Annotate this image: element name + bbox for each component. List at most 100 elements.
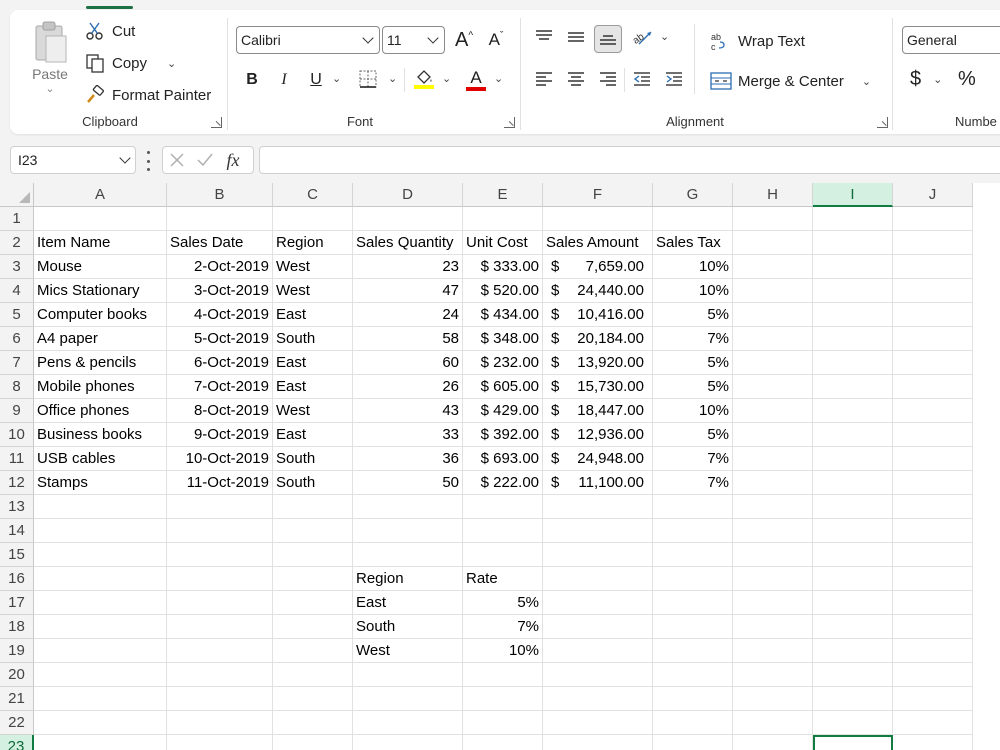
- cell[interactable]: [543, 735, 653, 750]
- decrease-indent-button[interactable]: [628, 66, 656, 94]
- row-header-8[interactable]: 8: [0, 375, 34, 399]
- row-header-4[interactable]: 4: [0, 279, 34, 303]
- row-header-15[interactable]: 15: [0, 543, 34, 567]
- sales-quantity-cell[interactable]: 26: [353, 375, 463, 399]
- unit-cost-cell[interactable]: $ 520.00: [463, 279, 543, 303]
- cell[interactable]: [733, 591, 813, 615]
- row-header-5[interactable]: 5: [0, 303, 34, 327]
- cell[interactable]: [733, 543, 813, 567]
- row-header-6[interactable]: 6: [0, 327, 34, 351]
- unit-cost-cell[interactable]: $ 434.00: [463, 303, 543, 327]
- cell[interactable]: [463, 735, 543, 750]
- sales-amount-cell[interactable]: $11,100.00: [543, 471, 653, 495]
- row-header-19[interactable]: 19: [0, 639, 34, 663]
- sales-tax-cell[interactable]: 10%: [653, 279, 733, 303]
- unit-cost-cell[interactable]: $ 232.00: [463, 351, 543, 375]
- sales-tax-cell[interactable]: 5%: [653, 423, 733, 447]
- orientation-button[interactable]: ab: [628, 24, 656, 52]
- lookup-rate-cell[interactable]: 7%: [463, 615, 543, 639]
- sales-date-cell[interactable]: 6-Oct-2019: [167, 351, 273, 375]
- column-header-c[interactable]: C: [273, 183, 353, 207]
- cell[interactable]: [167, 711, 273, 735]
- cell[interactable]: [653, 663, 733, 687]
- align-left-button[interactable]: [530, 66, 558, 94]
- cell[interactable]: [273, 567, 353, 591]
- decrease-font-size-button[interactable]: Aˇ: [482, 26, 510, 54]
- active-cell[interactable]: [813, 735, 893, 750]
- row-header-18[interactable]: 18: [0, 615, 34, 639]
- cell[interactable]: [653, 687, 733, 711]
- row-header-10[interactable]: 10: [0, 423, 34, 447]
- cell[interactable]: [167, 567, 273, 591]
- fill-color-button[interactable]: [410, 66, 438, 94]
- sales-amount-cell[interactable]: $13,920.00: [543, 351, 653, 375]
- sales-date-cell[interactable]: 2-Oct-2019: [167, 255, 273, 279]
- sales-quantity-cell[interactable]: 33: [353, 423, 463, 447]
- cell[interactable]: [733, 207, 813, 231]
- item-name-cell[interactable]: A4 paper: [34, 327, 167, 351]
- cell[interactable]: [813, 591, 893, 615]
- cell[interactable]: [273, 591, 353, 615]
- cell[interactable]: [733, 375, 813, 399]
- row-header-11[interactable]: 11: [0, 447, 34, 471]
- row-header-23[interactable]: 23: [0, 735, 34, 750]
- sales-quantity-cell[interactable]: 47: [353, 279, 463, 303]
- cell[interactable]: [733, 255, 813, 279]
- column-title-cell[interactable]: Sales Tax: [653, 231, 733, 255]
- cell[interactable]: [167, 519, 273, 543]
- cell[interactable]: [893, 663, 973, 687]
- cell[interactable]: [273, 543, 353, 567]
- sales-date-cell[interactable]: 9-Oct-2019: [167, 423, 273, 447]
- cell[interactable]: [34, 543, 167, 567]
- unit-cost-cell[interactable]: $ 348.00: [463, 327, 543, 351]
- percent-style-button[interactable]: %: [958, 68, 976, 91]
- row-header-22[interactable]: 22: [0, 711, 34, 735]
- unit-cost-cell[interactable]: $ 693.00: [463, 447, 543, 471]
- fill-color-dropdown-chevron-icon[interactable]: ⌄: [442, 72, 451, 85]
- row-header-12[interactable]: 12: [0, 471, 34, 495]
- middle-align-button[interactable]: [562, 24, 590, 52]
- cell[interactable]: [167, 543, 273, 567]
- sales-date-cell[interactable]: 5-Oct-2019: [167, 327, 273, 351]
- cell[interactable]: [893, 543, 973, 567]
- cell[interactable]: [653, 543, 733, 567]
- cell[interactable]: [813, 543, 893, 567]
- cell[interactable]: [893, 591, 973, 615]
- region-cell[interactable]: South: [273, 447, 353, 471]
- cell[interactable]: [653, 519, 733, 543]
- accounting-format-button[interactable]: $ ⌄: [910, 68, 942, 91]
- cell[interactable]: [733, 447, 813, 471]
- cell[interactable]: [463, 663, 543, 687]
- column-title-cell[interactable]: Sales Date: [167, 231, 273, 255]
- sales-quantity-cell[interactable]: 24: [353, 303, 463, 327]
- top-align-button[interactable]: [530, 24, 558, 52]
- row-header-16[interactable]: 16: [0, 567, 34, 591]
- cell[interactable]: [893, 375, 973, 399]
- cell[interactable]: [543, 519, 653, 543]
- column-title-cell[interactable]: Region: [273, 231, 353, 255]
- sales-tax-cell[interactable]: 5%: [653, 375, 733, 399]
- cell[interactable]: [733, 471, 813, 495]
- region-cell[interactable]: East: [273, 375, 353, 399]
- borders-button[interactable]: [354, 66, 382, 94]
- lookup-rate-cell[interactable]: 10%: [463, 639, 543, 663]
- item-name-cell[interactable]: Pens & pencils: [34, 351, 167, 375]
- sales-amount-cell[interactable]: $12,936.00: [543, 423, 653, 447]
- row-header-1[interactable]: 1: [0, 207, 34, 231]
- item-name-cell[interactable]: Office phones: [34, 399, 167, 423]
- cell[interactable]: [167, 615, 273, 639]
- cell[interactable]: [813, 471, 893, 495]
- column-header-b[interactable]: B: [167, 183, 273, 207]
- row-header-17[interactable]: 17: [0, 591, 34, 615]
- cell[interactable]: [893, 447, 973, 471]
- row-header-9[interactable]: 9: [0, 399, 34, 423]
- region-cell[interactable]: West: [273, 279, 353, 303]
- cell[interactable]: [813, 447, 893, 471]
- underline-button[interactable]: U: [302, 66, 330, 94]
- number-format-select[interactable]: General: [902, 26, 1000, 54]
- row-header-3[interactable]: 3: [0, 255, 34, 279]
- sales-date-cell[interactable]: 8-Oct-2019: [167, 399, 273, 423]
- cell[interactable]: [733, 279, 813, 303]
- cell[interactable]: [893, 615, 973, 639]
- item-name-cell[interactable]: Computer books: [34, 303, 167, 327]
